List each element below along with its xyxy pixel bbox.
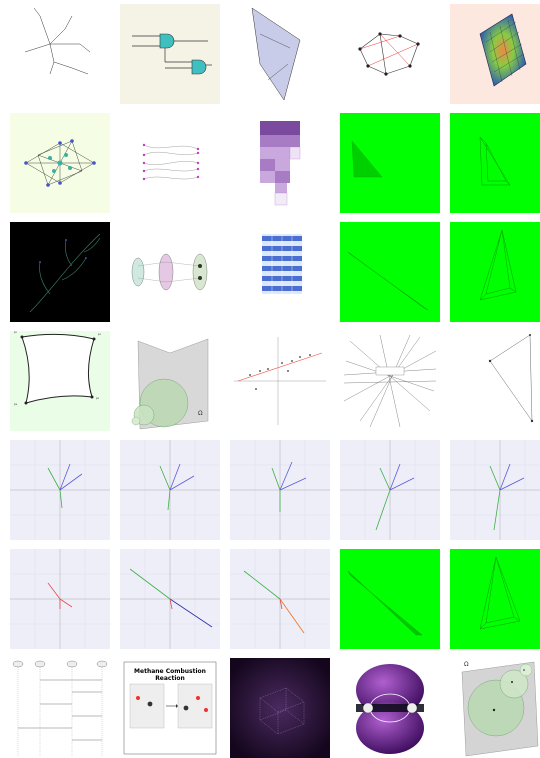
green-sliver-figure [340, 222, 440, 322]
tile-spheres-plane: Ω [120, 331, 220, 431]
tile-graph-network [340, 4, 440, 104]
spheres-plane-figure [120, 331, 220, 431]
plane-sketch-figure [230, 4, 330, 104]
tile-green-triangle [340, 113, 440, 213]
tile-vector-plot-4 [340, 440, 440, 540]
tile-green-prism [450, 113, 540, 213]
dot-cube-figure [230, 658, 330, 758]
tile-green-pyramid [450, 222, 540, 322]
corner-label-p1: p₁ [14, 331, 18, 334]
tile-vector-plot-5 [450, 440, 540, 540]
logic-circuit-figure [120, 4, 220, 104]
tile-vector-orange [230, 549, 330, 649]
spheres-plane-2-figure [450, 658, 540, 758]
tile-layered-net [120, 113, 220, 213]
tile-purple-table [230, 113, 330, 213]
thumbnail-grid: p₁ p₂ p₃ p₄ Ω Methane Combustion Reactio… [10, 0, 540, 758]
omega-label-2: Ω [464, 661, 469, 668]
corner-label-p4: p₄ [14, 402, 18, 406]
tile-blue-table [230, 222, 330, 322]
corner-label-p3: p₃ [96, 396, 100, 400]
curved-quad-figure [10, 331, 110, 431]
scatter-regression-figure [230, 331, 330, 431]
tile-green-pyramid-2 [450, 549, 540, 649]
vector-plot-figure [230, 440, 330, 540]
tile-orbital-lobes [340, 658, 440, 758]
green-sliver-figure [340, 549, 440, 649]
green-pyramid-figure [450, 222, 540, 322]
tile-vector-blue-long [120, 549, 220, 649]
tile-spheres-plane-2: Ω [450, 658, 540, 758]
tile-sequence-diagram [10, 658, 110, 758]
vector-orange-figure [230, 549, 330, 649]
graph-network-figure [340, 4, 440, 104]
omega-label: Ω [198, 410, 203, 417]
tile-logic-circuit [120, 4, 220, 104]
line-arrangement-figure [340, 331, 440, 431]
tile-angle-sketch [450, 331, 540, 431]
vector-plot-figure [10, 440, 110, 540]
tile-methane-reaction: Methane Combustion Reaction [120, 658, 220, 758]
tile-plane-sketch [230, 4, 330, 104]
blue-table-figure [230, 222, 330, 322]
tile-tree-sketch [10, 4, 110, 104]
tile-green-sliver-2 [340, 549, 440, 649]
tile-fractal-fern [10, 222, 110, 322]
methane-title: Methane Combustion Reaction [134, 668, 206, 682]
vector-red-figure [10, 549, 110, 649]
tile-green-sliver [340, 222, 440, 322]
ellipse-mapping-figure [120, 222, 220, 322]
tile-vector-red [10, 549, 110, 649]
tile-crystal-lattice [10, 113, 110, 213]
sequence-diagram-figure [10, 658, 110, 758]
orbital-lobes-figure [340, 658, 440, 758]
vector-blue-long-figure [120, 549, 220, 649]
layered-net-figure [120, 113, 220, 213]
vector-plot-figure [120, 440, 220, 540]
fractal-fern-figure [10, 222, 110, 322]
green-pyramid-figure [450, 549, 540, 649]
tile-scatter-regression [230, 331, 330, 431]
corner-label-p2: p₂ [98, 332, 102, 336]
green-prism-figure [450, 113, 540, 213]
tile-line-arrangement [340, 331, 440, 431]
vector-plot-figure [450, 440, 540, 540]
vector-plot-figure [340, 440, 440, 540]
tree-sketch-figure [10, 4, 110, 104]
tile-dot-cube [230, 658, 330, 758]
tile-hex-lattice [450, 4, 540, 104]
tile-ellipse-mapping [120, 222, 220, 322]
purple-table-figure [230, 113, 330, 213]
tile-vector-plot-2 [120, 440, 220, 540]
tile-curved-quad: p₁ p₂ p₃ p₄ [10, 331, 110, 431]
tile-vector-plot-3 [230, 440, 330, 540]
angle-sketch-figure [450, 331, 540, 431]
tile-vector-plot-1 [10, 440, 110, 540]
green-triangle-figure [340, 113, 440, 213]
crystal-lattice-figure [10, 113, 110, 213]
hex-lattice-figure [450, 4, 540, 104]
